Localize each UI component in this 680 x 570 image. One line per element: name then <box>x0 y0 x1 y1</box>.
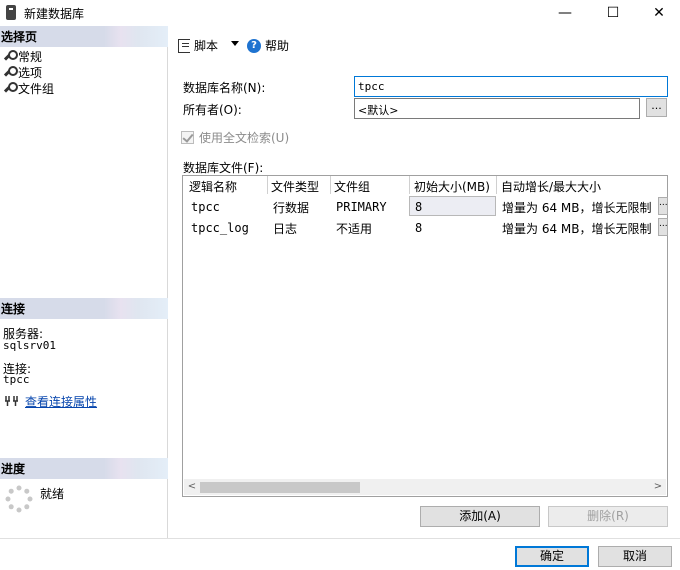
db-files-grid[interactable]: 逻辑名称 文件类型 文件组 初始大小(MB) 自动增长/最大大小 tpcc 行数… <box>182 175 668 497</box>
owner-browse-button[interactable]: ... <box>646 98 667 117</box>
db-name-input[interactable]: tpcc <box>354 76 668 97</box>
window-title: 新建数据库 <box>24 7 85 21</box>
script-label: 脚本 <box>194 39 219 53</box>
fulltext-checkbox-row[interactable]: 使用全文检索(U) <box>181 129 289 146</box>
cell-autogrowth[interactable]: 增量为 64 MB，增长无限制 <box>502 199 652 216</box>
wrench-icon <box>2 50 18 62</box>
connection-header: 连接 <box>0 298 168 319</box>
cell-logical-name[interactable]: tpcc_log <box>191 221 249 235</box>
column-separator <box>409 176 410 194</box>
cell-file-type[interactable]: 日志 <box>273 220 297 237</box>
script-icon <box>178 38 190 53</box>
progress-header: 进度 <box>0 458 168 479</box>
fulltext-checkbox[interactable] <box>181 131 194 144</box>
page-item-general[interactable]: 常规 <box>2 48 42 64</box>
autogrowth-edit-button[interactable]: ... <box>658 197 668 215</box>
connection-properties-icon <box>5 396 18 406</box>
page-item-label: 文件组 <box>18 81 55 96</box>
cell-filegroup[interactable]: PRIMARY <box>336 200 387 214</box>
column-header-file-type[interactable]: 文件类型 <box>271 178 319 195</box>
db-name-label: 数据库名称(N): <box>183 81 266 95</box>
page-item-options[interactable]: 选项 <box>2 64 42 80</box>
progress-spinner-icon <box>5 485 33 513</box>
script-button[interactable]: 脚本 <box>178 37 218 54</box>
column-header-autogrowth[interactable]: 自动增长/最大大小 <box>501 178 601 195</box>
scroll-left-arrow-icon[interactable]: < <box>185 480 199 494</box>
footer-divider <box>0 538 680 539</box>
close-button[interactable]: ✕ <box>636 0 680 26</box>
help-label: 帮助 <box>265 39 290 53</box>
page-item-label: 常规 <box>18 49 43 64</box>
minimize-button[interactable]: — <box>542 0 588 26</box>
maximize-button[interactable]: ☐ <box>590 0 636 26</box>
select-page-header: 选择页 <box>0 26 168 47</box>
column-separator <box>330 176 331 194</box>
cell-initial-size[interactable]: 8 <box>415 221 422 235</box>
toolbar: 脚本 ? 帮助 <box>170 30 678 58</box>
cell-logical-name[interactable]: tpcc <box>191 200 220 214</box>
grid-header: 逻辑名称 文件类型 文件组 初始大小(MB) 自动增长/最大大小 <box>183 176 667 194</box>
title-bar: 新建数据库 — ☐ ✕ <box>0 0 680 26</box>
db-files-label: 数据库文件(F): <box>183 161 264 175</box>
column-header-logical-name[interactable]: 逻辑名称 <box>189 178 237 195</box>
wrench-icon <box>2 66 18 78</box>
page-item-label: 选项 <box>18 65 43 80</box>
column-separator <box>496 176 497 194</box>
cancel-button[interactable]: 取消 <box>598 546 672 567</box>
progress-status: 就绪 <box>40 487 65 501</box>
help-icon: ? <box>247 38 261 53</box>
help-button[interactable]: ? 帮助 <box>247 37 289 54</box>
column-separator <box>267 176 268 194</box>
cell-file-type[interactable]: 行数据 <box>273 199 309 216</box>
add-button[interactable]: 添加(A) <box>420 506 540 527</box>
scroll-right-arrow-icon[interactable]: > <box>651 480 665 494</box>
column-header-filegroup[interactable]: 文件组 <box>334 178 370 195</box>
script-dropdown-chevron-icon[interactable] <box>231 41 239 46</box>
cell-filegroup[interactable]: 不适用 <box>336 220 372 237</box>
remove-button[interactable]: 删除(R) <box>548 506 668 527</box>
owner-input[interactable]: <默认> <box>354 98 640 119</box>
left-pane: 选择页 常规 选项 文件组 连接 服务器: sqlsrv01 连接: tpcc … <box>0 26 168 538</box>
ok-button[interactable]: 确定 <box>515 546 589 567</box>
server-value: sqlsrv01 <box>3 339 56 352</box>
page-item-filegroups[interactable]: 文件组 <box>2 80 54 96</box>
horizontal-scrollbar[interactable]: < > <box>184 479 666 495</box>
column-header-initial-size[interactable]: 初始大小(MB) <box>414 178 490 195</box>
view-connection-properties-link[interactable]: 查看连接属性 <box>25 393 97 410</box>
cell-autogrowth[interactable]: 增量为 64 MB，增长无限制 <box>502 220 652 237</box>
wrench-icon <box>2 82 18 94</box>
app-icon <box>6 5 16 20</box>
cell-initial-size[interactable]: 8 <box>415 200 422 214</box>
fulltext-label: 使用全文检索(U) <box>199 131 290 145</box>
scroll-thumb[interactable] <box>200 482 360 493</box>
connection-value: tpcc <box>3 373 30 386</box>
owner-label: 所有者(O): <box>183 103 242 117</box>
autogrowth-edit-button[interactable]: ... <box>658 218 668 236</box>
